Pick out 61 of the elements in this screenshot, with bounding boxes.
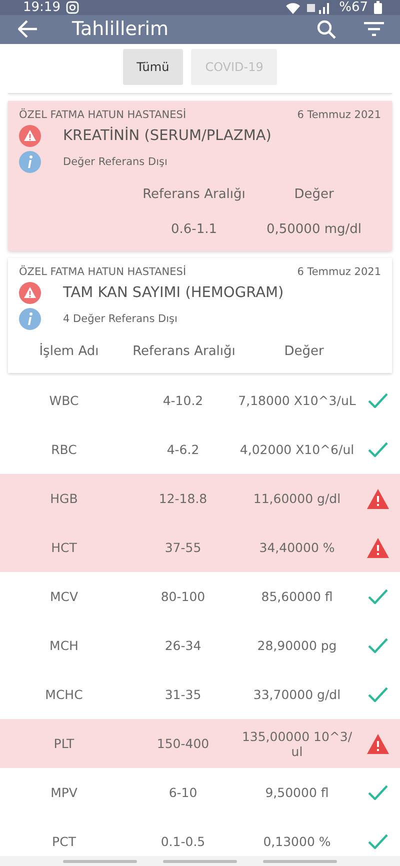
range-cell-text: 31-35 — [164, 687, 202, 702]
value-cell-text: 11,60000 g/dl — [252, 491, 342, 506]
test-code-cell-text: HGB — [49, 491, 79, 506]
column-header: Değer — [294, 186, 334, 204]
battery-percent: %67 — [339, 0, 368, 15]
test-code-cell-text: MCV — [48, 589, 80, 604]
range-cell-text: 4-10.2 — [162, 393, 204, 408]
column-header: İşlem Adı — [39, 342, 99, 361]
range-cell-text: 4-6.2 — [166, 442, 200, 457]
warning-icon — [19, 282, 41, 304]
test-code-cell-text: PLT — [52, 736, 76, 751]
value-cell-text: 33,70000 g/dl — [252, 687, 342, 702]
test-code-cell-text: HCT — [50, 540, 78, 555]
value-cell-text: 85,60000 fl — [260, 589, 334, 604]
range-cell-text: 150-400 — [156, 736, 210, 751]
info-icon — [19, 308, 41, 330]
page-title: Tahlillerim — [72, 18, 170, 40]
test-code-cell-text: MCH — [48, 638, 80, 653]
hospital-name: ÖZEL FATMA HATUN HASTANESİ — [19, 266, 186, 278]
value-cell-text: 0,13000 % — [262, 834, 332, 849]
value-cell: 7,18000 X10^3/uL — [238, 393, 356, 408]
column-header: Referans Aralığı — [142, 186, 246, 204]
range-cell-text: 12-18.8 — [158, 491, 208, 506]
wifi-icon — [285, 2, 302, 14]
filter-button[interactable] — [364, 22, 384, 36]
result-card[interactable]: ÖZEL FATMA HATUN HASTANESİ 6 Temmuz 2021 KREATİNİN (SERUM/PLAZMA) Değer Referans Dışı Referans Aralığı Değer 0.6-1.1 0,50000 mg/dl — [8, 100, 392, 251]
test-code-cell-text: PCT — [51, 834, 77, 849]
hospital-name: ÖZEL FATMA HATUN HASTANESİ — [19, 108, 186, 121]
range-cell-text: 0.6-1.1 — [170, 220, 218, 239]
test-name: KREATİNİN (SERUM/PLAZMA) — [63, 128, 272, 144]
reference-note: Değer Referans Dışı — [63, 156, 168, 168]
battery-icon — [374, 1, 382, 14]
warning-icon — [19, 124, 41, 147]
result-date: 6 Temmuz 2021 — [297, 266, 381, 278]
test-code-cell-text: WBC — [48, 393, 80, 408]
value-cell-text: 135,00000 10^3/ul — [240, 728, 354, 758]
value-cell-text: 4,02000 X10^6/ul — [238, 442, 356, 457]
status-time: 19:19 — [23, 0, 60, 15]
reference-note: 4 Değer Referans Dışı — [63, 312, 178, 325]
range-cell-text: 26-34 — [164, 638, 202, 653]
filter-tab[interactable]: Tümü — [122, 48, 184, 85]
back-button[interactable] — [18, 20, 38, 38]
range-cell-text: 6-10 — [168, 785, 198, 800]
value-cell-text: 28,90000 pg — [256, 638, 338, 653]
range-cell-text: 37-55 — [164, 540, 202, 555]
search-button[interactable] — [317, 20, 336, 39]
result-date: 6 Temmuz 2021 — [297, 108, 381, 121]
column-header: Referans Aralığı — [132, 342, 236, 361]
value-cell-text: 9,50000 fl — [264, 785, 330, 800]
range-cell-text: 0.1-0.5 — [160, 834, 206, 849]
camera-app-icon — [66, 1, 80, 14]
test-code-cell-text: RBC — [50, 442, 78, 457]
test-code-cell-text: MCHC — [44, 687, 84, 702]
info-icon — [19, 150, 41, 173]
range-cell-text: 80-100 — [160, 589, 206, 604]
column-header: Değer — [284, 342, 324, 361]
test-code-cell-text: MPV — [50, 785, 78, 800]
value-cell-text: 0,50000 mg/dl — [266, 220, 362, 239]
test-name: TAM KAN SAYIMI (HEMOGRAM) — [63, 284, 284, 301]
result-card[interactable]: ÖZEL FATMA HATUN HASTANESİ 6 Temmuz 2021 TAM KAN SAYIMI (HEMOGRAM) 4 Değer Referans Dışı İşlem Adı Referans Aralığı Değer — [8, 258, 392, 373]
value-cell-text: 34,40000 % — [258, 540, 336, 555]
